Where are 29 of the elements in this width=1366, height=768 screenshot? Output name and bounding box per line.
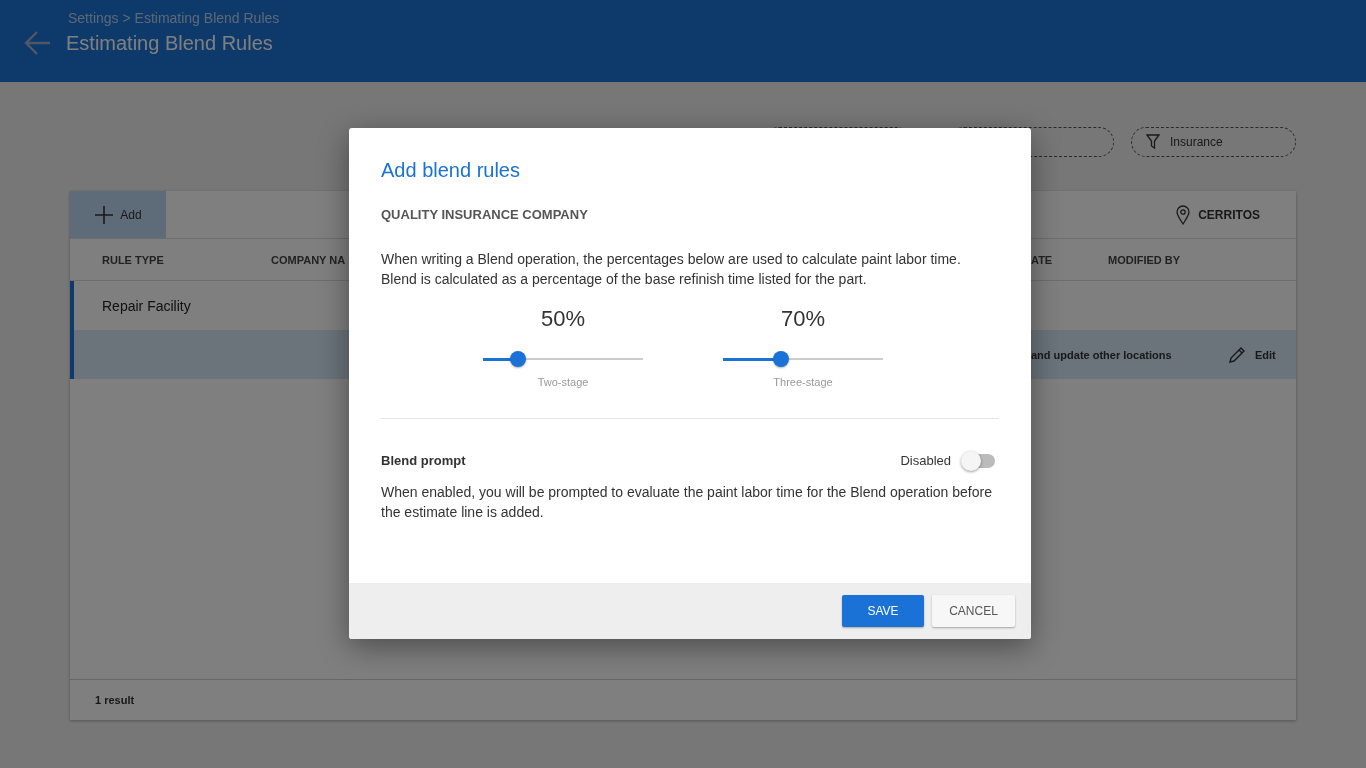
table-cell: Repair Facility	[102, 297, 191, 314]
column-header: COMPANY NA	[271, 253, 346, 266]
column-header: MODIFIED BY	[1108, 253, 1181, 266]
add-button[interactable]: Add	[70, 191, 166, 238]
setting-description: When enabled, you will be prompted to evaluate the paint labor time for the Blend operation before the estimate line is added.	[381, 483, 993, 522]
description: When writing a Blend operation, the percentages below are used to calculate paint labor time. Blend is calculated as a percentage of the base refinish time listed for the part.	[381, 250, 962, 289]
plus-icon	[94, 204, 115, 225]
slider-label: Two-stage	[537, 376, 589, 388]
save-button[interactable]: SAVE	[842, 595, 924, 627]
edit-button[interactable]: Edit	[1221, 343, 1282, 366]
column-header: ATE	[1031, 253, 1053, 266]
slider-label: Three-stage	[773, 376, 833, 388]
toggle-state: Disabled	[900, 453, 951, 468]
dialog-title: Add blend rules	[381, 159, 521, 182]
breadcrumb[interactable]: Settings > Estimating Blend Rules	[68, 10, 1366, 26]
percentage-reading: 50%	[540, 306, 585, 332]
column-header: RULE TYPE	[102, 253, 164, 266]
setting-label: Blend prompt	[381, 453, 467, 468]
location-label[interactable]: CERRITOS	[1198, 207, 1260, 222]
result-count: 1 result	[95, 694, 135, 706]
filter-icon	[1146, 134, 1160, 150]
percentage-reading: 70%	[780, 306, 825, 332]
table-cell: and update other locations	[1031, 348, 1172, 361]
cancel-button[interactable]: CANCEL	[932, 595, 1015, 627]
company-name: QUALITY INSURANCE COMPANY	[381, 207, 589, 222]
location-pin-icon	[1176, 204, 1191, 225]
slider-thumb[interactable]	[510, 351, 527, 367]
slider-thumb[interactable]	[772, 351, 789, 367]
page-title: Estimating Blend Rules	[66, 31, 273, 55]
